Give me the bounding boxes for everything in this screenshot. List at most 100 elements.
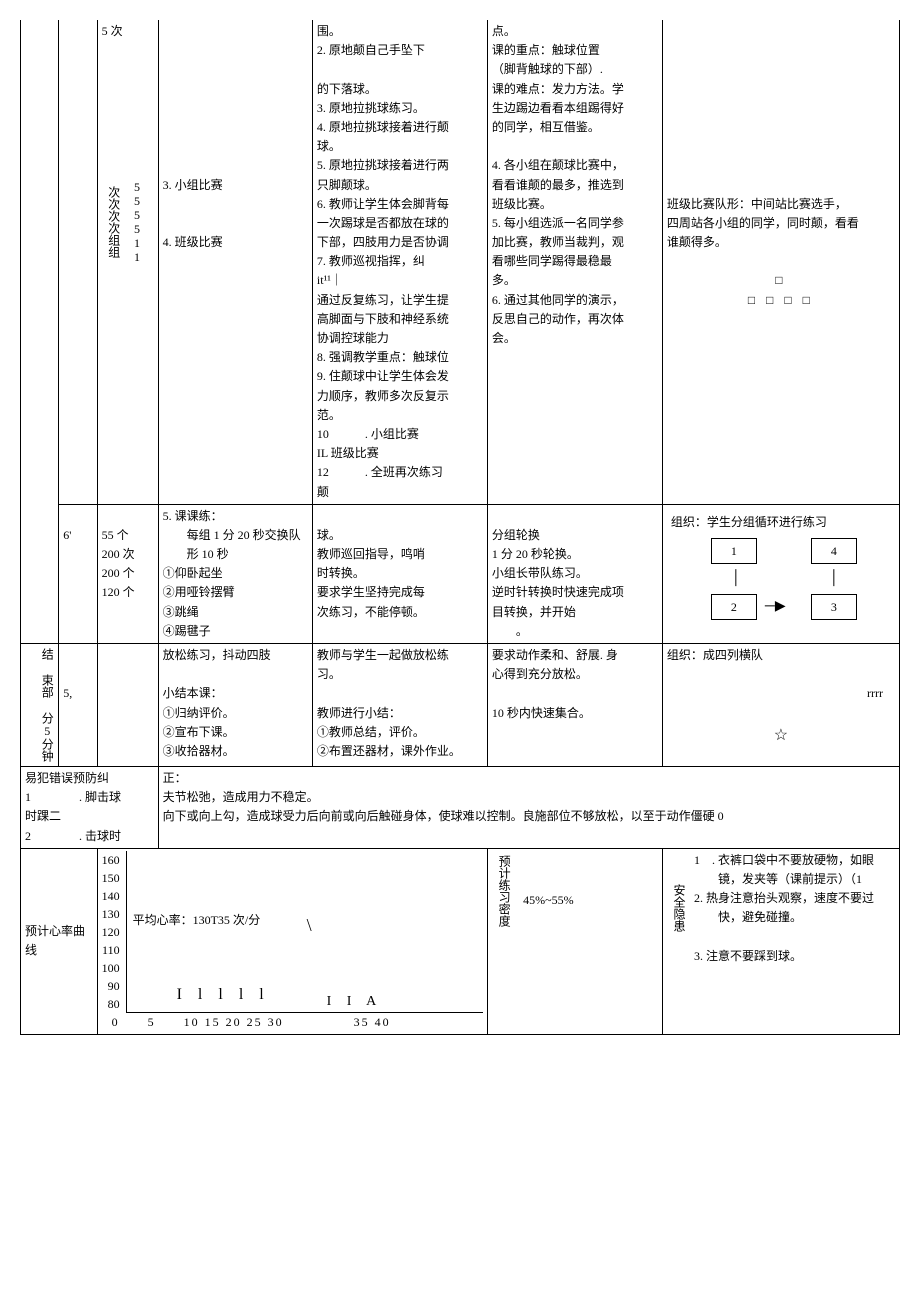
safety-label: 安全隐患 [667, 851, 690, 966]
t-line: 时转换。 [317, 564, 483, 583]
teacher-cell: 球。 教师巡回指导，鸣哨 时转换。 要求学生坚持完成每 次练习，不能停顿。 [312, 504, 487, 643]
t-line: 颠 [317, 483, 483, 502]
y-tick: 80 [102, 995, 120, 1013]
square-icon: □ [667, 271, 895, 290]
org-line: 谁颠得多。 [667, 233, 895, 252]
phase-col [21, 20, 59, 644]
time-col [59, 20, 97, 504]
phase-label: 结 束部 分5分钟 [21, 644, 59, 767]
y-tick: 150 [102, 869, 120, 887]
reps-cell: 55 个 200 次 200 个 120 个 [97, 504, 158, 643]
arrow-right-icon: ─▶ [765, 596, 786, 618]
t-line: 4. 原地拉挑球接着进行颠 [317, 118, 483, 137]
s-line: 小组长带队练习。 [492, 564, 658, 583]
star-icon: ☆ [667, 723, 895, 749]
safety-item: 1 . 衣裤口袋中不要放硬物，如眼 [694, 851, 874, 870]
duration: 5, [63, 686, 72, 700]
t-line: ②布置还器材，课外作业。 [317, 742, 483, 761]
s-line: 反思自己的动作，再次体 [492, 310, 658, 329]
t-line: 通过反复练习，让学生提 [317, 291, 483, 310]
table-row: 6' 55 个 200 次 200 个 120 个 5. 课课练： 每组 1 分… [21, 504, 900, 643]
reps-text: 120 个 [102, 583, 154, 602]
y-tick: 110 [102, 941, 120, 959]
rotation-diagram: 1 4 2 3 │ │ ─▶ [701, 538, 861, 628]
s-line: 看哪些同学踢得最稳最 [492, 252, 658, 271]
group-box: 3 [811, 594, 857, 620]
avg-hr-text: 平均心率：130T35 次/分 [133, 911, 261, 930]
teacher-cell: 教师与学生一起做放松练 习。 教师进行小结： ①教师总结，评价。 ②布置还器材，… [312, 644, 487, 767]
safety-item: 3. 注意不要踩到球。 [694, 947, 874, 966]
t-line: 协调控球能力 [317, 329, 483, 348]
t-line: 力顺序，教师多次反复示 [317, 387, 483, 406]
errors-content-cell: 正： 夫节松弛，造成用力不稳定。 向下或向上勾，造成球受力后向前或向后触碰身体，… [158, 767, 899, 849]
time-cell: 5, [59, 644, 97, 767]
t-line: 次练习，不能停顿。 [317, 603, 483, 622]
s-line: 班级比赛。 [492, 195, 658, 214]
bars-text: I l l l l [177, 982, 270, 1008]
y-tick: 100 [102, 959, 120, 977]
group-box: 1 [711, 538, 757, 564]
t-line: 下部，四肢用力是否协调 [317, 233, 483, 252]
reps-cell: 5 次 次次次次组组 555511 [97, 20, 158, 504]
t-line: 3. 原地拉挑球练习。 [317, 99, 483, 118]
err-text: 夫节松弛，造成用力不稳定。 [163, 788, 895, 807]
s-line: 6. 通过其他同学的演示， [492, 291, 658, 310]
errors-label-cell: 易犯错误预防纠 1 . 脚击球 时踝二 2 . 击球时 [21, 767, 159, 849]
activity-item: 放松练习，抖动四肢 [163, 646, 308, 665]
s-line: 会。 [492, 329, 658, 348]
lesson-plan-table: 5 次 次次次次组组 555511 3. 小组比赛 4. 班级比赛 围。 2. … [20, 20, 900, 1035]
student-cell: 要求动作柔和、舒展. 身 心得到充分放松。 10 秒内快速集合。 [487, 644, 662, 767]
organization-cell: 组织：学生分组循环进行练习 1 4 2 3 │ │ ─▶ [662, 504, 899, 643]
t-line: 教师巡回指导，鸣哨 [317, 545, 483, 564]
time-cell: 6' [59, 504, 97, 643]
table-row: 易犯错误预防纠 1 . 脚击球 时踝二 2 . 击球时 正： 夫节松弛，造成用力… [21, 767, 900, 849]
density-value: 45%~55% [515, 851, 577, 931]
student-cell: 分组轮换 1 分 20 秒轮换。 小组长带队练习。 逆时针转换时快速完成项 目转… [487, 504, 662, 643]
t-line: 2. 原地颠自己手坠下 [317, 41, 483, 60]
activity-item: ②宣布下课。 [163, 723, 308, 742]
activity-cell: 5. 课课练： 每组 1 分 20 秒交换队 形 10 秒 ①仰卧起坐 ②用哑铃… [158, 504, 312, 643]
organization-cell: 组织：成四列横队 rrrr ☆ [662, 644, 899, 767]
y-tick: 120 [102, 923, 120, 941]
square-icon: □ □ □ □ [667, 291, 895, 310]
t-line: 一次踢球是否都放在球的 [317, 214, 483, 233]
t-line: 10 . 小组比赛 [317, 425, 483, 444]
s-line: 逆时针转换时快速完成项 [492, 583, 658, 602]
density-label: 预计练习密度 [492, 851, 515, 931]
hr-chart-area: 平均心率：130T35 次/分 \ I l l l l I I A [126, 851, 483, 1013]
s-line: 课的重点：触球位置 [492, 41, 658, 60]
safety-item: 镜，发夹等（课前提示）（1 [694, 870, 874, 889]
t-line: 5. 原地拉挑球接着进行两 [317, 156, 483, 175]
hr-x-axis: 0 5 10 15 20 25 30 35 40 [102, 1013, 483, 1032]
reps-text: 200 个 [102, 564, 154, 583]
teacher-cell: 围。 2. 原地颠自己手坠下 的下落球。 3. 原地拉挑球练习。 4. 原地拉挑… [312, 20, 487, 504]
org-line: 组织：成四列横队 [667, 646, 895, 665]
s-line: 课的难点：发力方法。学 [492, 80, 658, 99]
reps-text: 55 个 [102, 526, 154, 545]
hr-label: 预计心率曲线 [25, 924, 85, 957]
s-line: 多。 [492, 271, 658, 290]
y-tick: 160 [102, 851, 120, 869]
t-line: 的下落球。 [317, 80, 483, 99]
s-line: 生边踢边看看本组踢得好 [492, 99, 658, 118]
t-line: 8. 强调教学重点：触球位 [317, 348, 483, 367]
s-line: 要求动作柔和、舒展. 身 [492, 646, 658, 665]
reps-vert: 次次次次组组 [102, 176, 125, 268]
student-cell: 点。 课的重点：触球位置 （脚背触球的下部）. 课的难点：发力方法。学 生边踢边… [487, 20, 662, 504]
t-line: 12 . 全班再次练习 [317, 463, 483, 482]
table-row: 结 束部 分5分钟 5, 放松练习，抖动四肢 小结本课： ①归纳评价。 ②宣布下… [21, 644, 900, 767]
s-line: 4. 各小组在颠球比赛中， [492, 156, 658, 175]
s-line: 目转换，并开始 [492, 603, 658, 622]
t-line: 7. 教师巡视指挥，纠 [317, 252, 483, 271]
activity-cell: 放松练习，抖动四肢 小结本课： ①归纳评价。 ②宣布下课。 ③收拾器材。 [158, 644, 312, 767]
activity-item: 小结本课： [163, 684, 308, 703]
s-line: 分组轮换 [492, 526, 658, 545]
organization-cell: 班级比赛队形：中间站比赛选手， 四周站各小组的同学，同时颠，看看 谁颠得多。 □… [662, 20, 899, 504]
s-line: 10 秒内快速集合。 [492, 704, 658, 723]
t-line: 球。 [317, 137, 483, 156]
t-line: 要求学生坚持完成每 [317, 583, 483, 602]
s-line: 点。 [492, 22, 658, 41]
org-line: 班级比赛队形：中间站比赛选手， [667, 195, 895, 214]
org-line: 组织：学生分组循环进行练习 [671, 513, 891, 532]
err-text: 向下或向上勾，造成球受力后向前或向后触碰身体，使球难以控制。良施部位不够放松，以… [163, 807, 895, 826]
